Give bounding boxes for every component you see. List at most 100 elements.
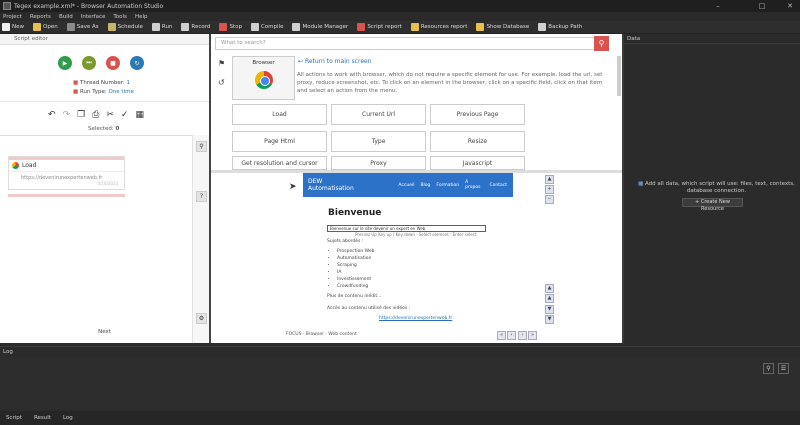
toolbar-new-file-button[interactable]: New: [2, 23, 24, 31]
settings-icon[interactable]: ⚙: [196, 313, 207, 324]
action-load-button[interactable]: Load: [232, 104, 327, 125]
thread-number: ■ Thread Number: 1: [73, 80, 131, 86]
action-resize-button[interactable]: Resize: [430, 131, 525, 152]
toolbar-compile-button[interactable]: Compile: [250, 23, 283, 31]
toolbar-play-button[interactable]: Run: [151, 23, 172, 31]
zoom-out-icon[interactable]: −: [545, 195, 554, 204]
list-item: Crowdfunding: [337, 284, 374, 291]
action-type-button[interactable]: Type: [331, 131, 426, 152]
tab-result[interactable]: Result: [34, 415, 51, 421]
divider: [0, 101, 209, 102]
search-icon[interactable]: ⚲: [594, 36, 609, 51]
nav-link[interactable]: A propos: [465, 180, 483, 190]
action-get-resolution-button[interactable]: Get resolution and cursor position: [232, 156, 327, 170]
close-button[interactable]: ✕: [780, 0, 800, 12]
play-icon[interactable]: ▶: [58, 56, 72, 70]
log-area: ⚲ ☰: [0, 357, 800, 409]
tab-script[interactable]: Script: [6, 415, 22, 421]
toolbar-stop-button[interactable]: Stop: [219, 23, 242, 31]
scroll-up-icon[interactable]: ▲: [545, 294, 554, 303]
data-panel: Data ▦ Add all data, which script will u…: [624, 34, 800, 343]
menu-interface[interactable]: Interface: [81, 14, 106, 20]
nav-link[interactable]: Accueil: [398, 183, 414, 188]
zoom-in-icon[interactable]: +: [545, 185, 554, 194]
create-resource-button[interactable]: + Create New Resource: [682, 198, 743, 212]
undo-icon[interactable]: ↶: [48, 110, 56, 120]
list-item: Automatisation: [337, 256, 374, 263]
menu-icon[interactable]: ☰: [778, 363, 789, 374]
restart-icon[interactable]: ↻: [130, 56, 144, 70]
menu-help[interactable]: Help: [135, 14, 148, 20]
chrome-icon: [12, 162, 19, 169]
paste-icon[interactable]: ⎙: [92, 110, 99, 120]
scroll-up-icon[interactable]: ▲: [545, 175, 554, 184]
bottom-tabs: Script Result Log: [0, 411, 800, 425]
action-panel: What to search? ⚲ ⚑ ↺ Browser ↩ Return t…: [211, 34, 622, 170]
page-prev-icon[interactable]: ‹: [507, 331, 516, 340]
toolbar-backup-button[interactable]: Backup Path: [538, 23, 582, 31]
nav-link[interactable]: Formation: [436, 183, 459, 188]
action-page-html-button[interactable]: Page Html: [232, 131, 327, 152]
tab-log[interactable]: Log: [63, 415, 73, 421]
nav-link[interactable]: Contact: [489, 183, 507, 188]
step-icon[interactable]: ⏭: [82, 56, 96, 70]
divider: [0, 135, 192, 136]
toolbar-folder-open-button[interactable]: Open: [33, 23, 58, 31]
toolbar-calendar-button[interactable]: Schedule: [107, 23, 143, 31]
scroll-down-icon[interactable]: ▼: [545, 305, 554, 314]
site-link[interactable]: https://devenirunexpertenweb.fr: [379, 316, 452, 321]
toolbar-record-button[interactable]: Record: [181, 23, 210, 31]
scroll-top-icon[interactable]: ▲: [545, 284, 554, 293]
backup-icon: [538, 23, 547, 31]
save-icon: [66, 23, 75, 31]
menu-project[interactable]: Project: [3, 14, 22, 20]
editor-side-bar: ⚲ ? ⚙: [192, 135, 209, 343]
play-icon: [151, 23, 160, 31]
toolbar-module-button[interactable]: Module Manager: [292, 23, 348, 31]
history-icon[interactable]: ↺: [218, 78, 225, 87]
search-input[interactable]: What to search?: [215, 37, 602, 50]
toolbar-script-report-button[interactable]: Script report: [357, 23, 402, 31]
copy-icon[interactable]: ❐: [77, 110, 85, 120]
page-first-icon[interactable]: «: [497, 331, 506, 340]
search-icon[interactable]: ⚲: [763, 363, 774, 374]
menu-tools[interactable]: Tools: [113, 14, 127, 20]
selected-count: Selected: 0: [88, 126, 120, 132]
bookmark-icon[interactable]: ⚑: [218, 59, 225, 68]
search-icon[interactable]: ⚲: [196, 141, 207, 152]
menu-build[interactable]: Build: [59, 14, 73, 20]
page-next-icon[interactable]: ›: [518, 331, 527, 340]
cut-icon[interactable]: ✂: [106, 110, 114, 120]
action-proxy-button[interactable]: Proxy: [331, 156, 426, 170]
help-icon[interactable]: ?: [196, 191, 207, 202]
redo-icon[interactable]: ↷: [63, 110, 71, 120]
return-link[interactable]: ↩ Return to main screen: [298, 58, 372, 65]
log-header: Log: [0, 346, 800, 356]
next-label[interactable]: Next: [0, 329, 209, 335]
scrollbar[interactable]: [617, 56, 621, 96]
menu-reports[interactable]: Reports: [30, 14, 51, 20]
select-all-icon[interactable]: ▦: [135, 110, 144, 120]
action-current-url-button[interactable]: Current Url: [331, 104, 426, 125]
action-card-load[interactable]: Load https://devenirunexpertenweb.fr 4/1…: [8, 156, 125, 190]
card-date: 4/10/2023: [97, 181, 118, 186]
toolbar-database-button[interactable]: Show Database: [476, 23, 529, 31]
check-icon[interactable]: ✓: [121, 110, 129, 120]
stop-icon[interactable]: ■: [106, 56, 120, 70]
site-brand[interactable]: DEW Automatisation: [308, 178, 365, 192]
nav-link[interactable]: Blog: [420, 183, 430, 188]
browser-status: FOCUS · Browser · Web content: [286, 332, 357, 337]
maximize-button[interactable]: □: [752, 0, 772, 12]
minimize-button[interactable]: –: [708, 0, 728, 12]
title-bar: Tegex example.xml* - Browser Automation …: [0, 0, 800, 12]
page-more: Plus de contenu inédit...: [327, 294, 382, 299]
scroll-bottom-icon[interactable]: ▼: [545, 315, 554, 324]
run-controls: ▶ ⏭ ■ ↻: [58, 56, 154, 70]
page-last-icon[interactable]: »: [528, 331, 537, 340]
browser-category-tile[interactable]: Browser: [232, 56, 295, 100]
action-javascript-button[interactable]: Javascript: [430, 156, 525, 170]
toolbar-resources-report-button[interactable]: Resources report: [410, 23, 467, 31]
action-previous-page-button[interactable]: Previous Page: [430, 104, 525, 125]
highlighted-element[interactable]: Bienvenue sur le site devenir un expert …: [327, 225, 486, 232]
toolbar-save-button[interactable]: Save As: [66, 23, 99, 31]
